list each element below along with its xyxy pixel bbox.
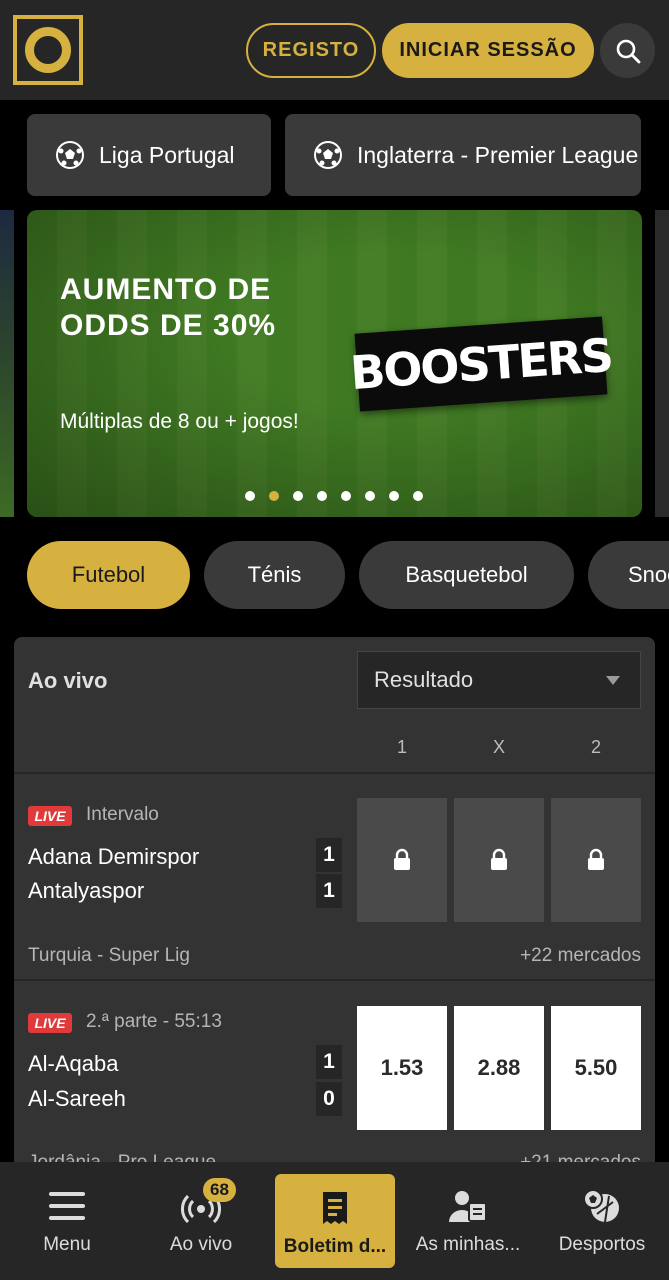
nav-my-bets[interactable]: As minhas...	[401, 1162, 535, 1280]
top-header: REGISTO INICIAR SESSÃO	[0, 0, 669, 100]
login-button[interactable]: INICIAR SESSÃO	[382, 23, 594, 78]
league-chip-liga-portugal[interactable]: Liga Portugal	[27, 114, 271, 196]
carousel-dot[interactable]	[245, 491, 255, 501]
nav-label: Ao vivo	[169, 1234, 233, 1255]
banner-next-peek[interactable]	[655, 210, 669, 517]
carousel-dot[interactable]	[293, 491, 303, 501]
soccer-ball-icon	[55, 140, 85, 170]
league-chip-label: Liga Portugal	[99, 141, 235, 168]
lock-icon	[588, 848, 604, 870]
my-bets-icon	[448, 1186, 488, 1226]
boosters-badge: BOOSTERS	[349, 316, 613, 412]
nav-sports[interactable]: Desportos	[535, 1162, 669, 1280]
soccer-ball-icon	[313, 140, 343, 170]
live-broadcast-icon: 68	[181, 1178, 236, 1226]
promo-banner[interactable]: AUMENTO DE ODDS DE 30% BOOSTERS Múltipla…	[27, 210, 642, 517]
tab-snooker[interactable]: Snooker	[588, 541, 669, 609]
divider	[14, 979, 655, 981]
carousel-dots	[245, 491, 437, 501]
nav-label: Menu	[43, 1234, 91, 1255]
market-select[interactable]: Resultado	[357, 651, 641, 709]
betslip-icon	[321, 1188, 349, 1228]
tab-basquetebol[interactable]: Basquetebol	[359, 541, 574, 609]
odd-home-button[interactable]: 1.53	[357, 1006, 447, 1130]
bottom-navigation: Menu 68 Ao vivo Boletim d... As minhas..…	[0, 1162, 669, 1280]
chevron-down-icon	[606, 676, 620, 685]
away-score: 1	[316, 874, 342, 908]
nav-label: Boletim d...	[283, 1236, 387, 1257]
column-header-1: 1	[396, 737, 407, 757]
search-icon	[616, 39, 640, 63]
nav-label: Desportos	[558, 1234, 646, 1255]
brand-logo[interactable]	[13, 15, 83, 85]
league-chips: Liga Portugal Inglaterra - Premier Leagu…	[0, 100, 669, 210]
league-chip-label: Inglaterra - Premier League	[357, 141, 639, 168]
carousel-dot[interactable]	[389, 491, 399, 501]
carousel-dot[interactable]	[317, 491, 327, 501]
live-section-title: Ao vivo	[28, 668, 108, 693]
away-team[interactable]: Al-Sareeh	[28, 1086, 126, 1112]
tab-tenis[interactable]: Ténis	[204, 541, 345, 609]
match-status: Intervalo	[86, 804, 159, 825]
live-count-badge: 68	[203, 1178, 236, 1202]
tab-futebol[interactable]: Futebol	[27, 541, 190, 609]
carousel-dot[interactable]	[365, 491, 375, 501]
odd-away-button[interactable]: 5.50	[551, 1006, 641, 1130]
lock-icon	[394, 848, 410, 870]
sports-icon	[583, 1186, 621, 1226]
search-button[interactable]	[600, 23, 655, 78]
carousel-dot[interactable]	[413, 491, 423, 501]
odd-draw-button[interactable]: 2.88	[454, 1006, 544, 1130]
home-score: 1	[316, 1045, 342, 1079]
divider	[14, 772, 655, 774]
away-team[interactable]: Antalyaspor	[28, 878, 144, 904]
banner-subtitle: Múltiplas de 8 ou + jogos!	[60, 410, 299, 433]
column-header-x: X	[492, 737, 505, 757]
banner-prev-peek[interactable]	[0, 210, 14, 517]
home-team[interactable]: Al-Aqaba	[28, 1051, 119, 1077]
more-markets-link[interactable]: +22 mercados	[520, 945, 641, 967]
live-badge: LIVE	[28, 806, 72, 826]
nav-menu[interactable]: Menu	[0, 1162, 134, 1280]
away-score: 0	[316, 1082, 342, 1116]
column-header-2: 2	[590, 737, 601, 757]
lock-icon	[491, 848, 507, 870]
nav-ao-vivo[interactable]: 68 Ao vivo	[134, 1162, 268, 1280]
odd-home-locked[interactable]	[357, 798, 447, 922]
league-chip-premier-league[interactable]: Inglaterra - Premier League	[285, 114, 641, 196]
carousel-dot-active[interactable]	[269, 491, 279, 501]
odd-away-locked[interactable]	[551, 798, 641, 922]
menu-icon	[49, 1186, 85, 1226]
nav-label: As minhas...	[415, 1234, 521, 1255]
home-score: 1	[316, 838, 342, 872]
market-select-value: Resultado	[374, 667, 474, 692]
live-events-card: Ao vivo Resultado 1 X 2 LIVE Intervalo A…	[14, 637, 655, 1237]
odd-draw-locked[interactable]	[454, 798, 544, 922]
carousel-dot[interactable]	[341, 491, 351, 501]
live-badge: LIVE	[28, 1013, 72, 1033]
match-league: Turquia - Super Lig	[28, 945, 190, 966]
home-team[interactable]: Adana Demirspor	[28, 844, 199, 870]
nav-betslip[interactable]: Boletim d...	[275, 1174, 395, 1268]
banner-title: AUMENTO DE ODDS DE 30%	[60, 273, 277, 342]
register-button[interactable]: REGISTO	[246, 23, 376, 78]
logo-ring	[25, 27, 71, 73]
match-status: 2.ª parte - 55:13	[86, 1011, 222, 1032]
